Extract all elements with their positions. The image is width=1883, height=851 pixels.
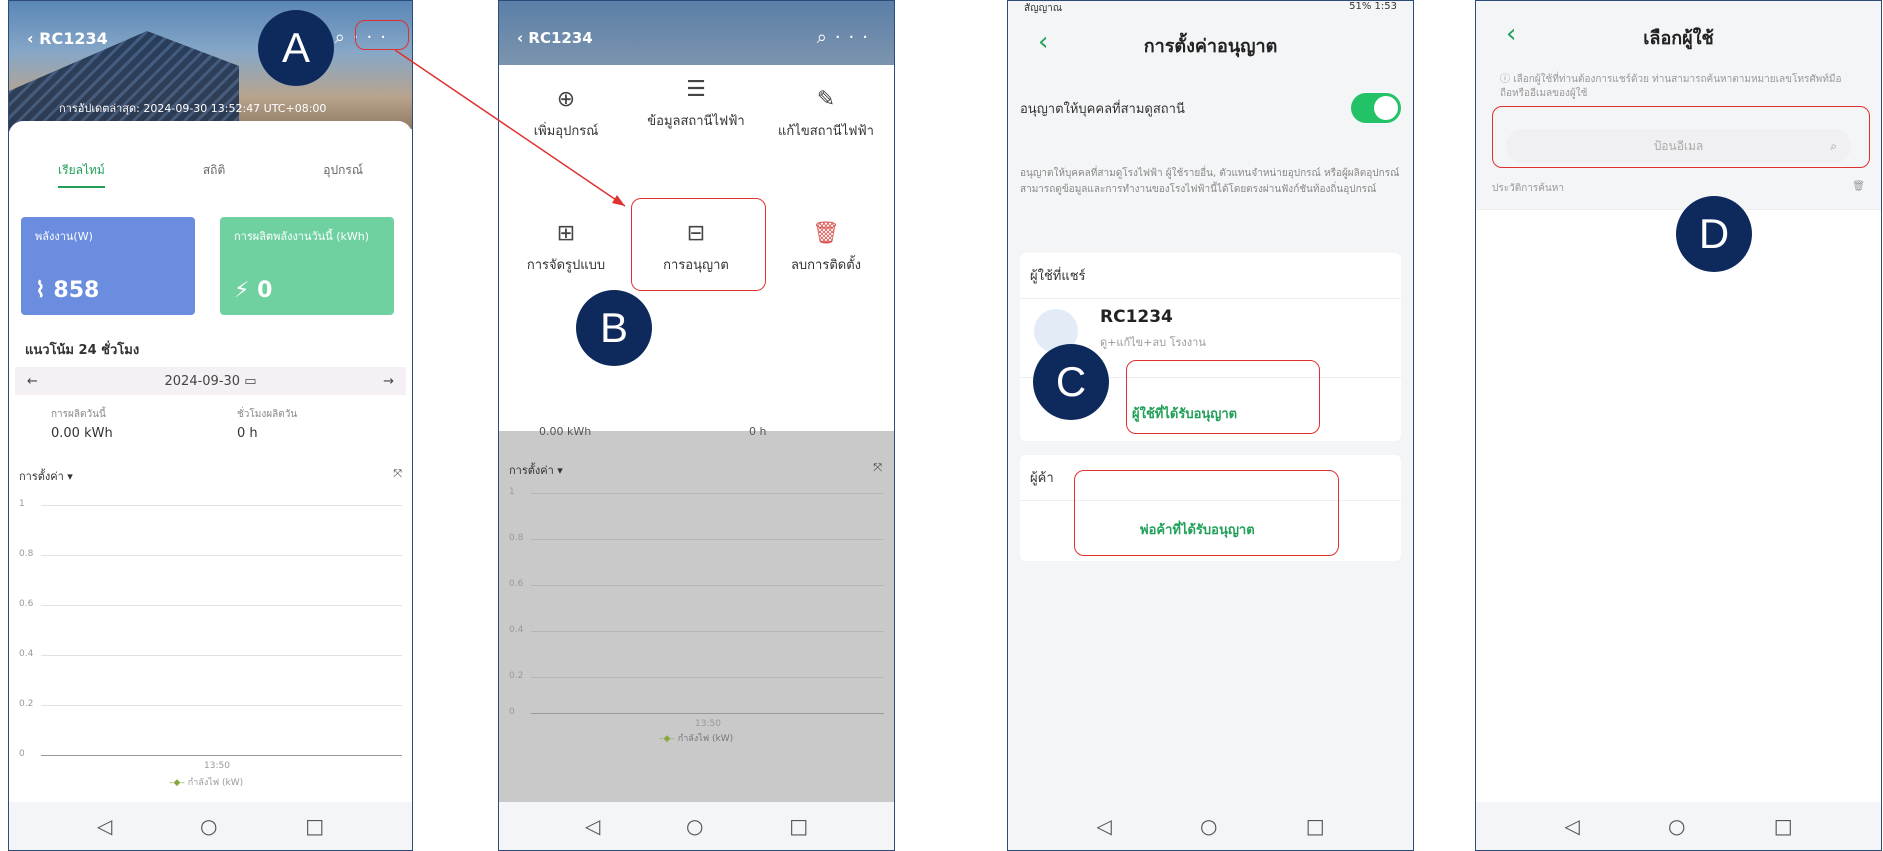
callout-d: D [1676,196,1752,272]
arrow-a-to-b [394,49,626,207]
callout-a: A [258,10,334,86]
callout-b: B [576,290,652,366]
callout-c: C [1033,344,1109,420]
